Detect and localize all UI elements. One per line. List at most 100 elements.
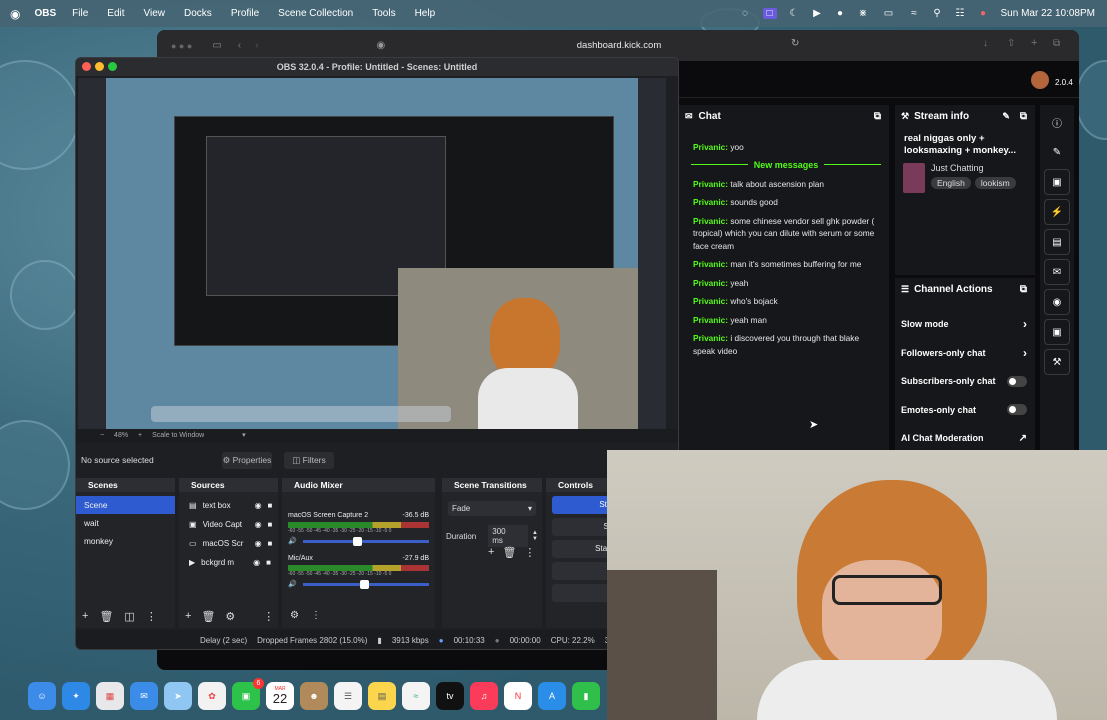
- play-status-icon[interactable]: ●: [835, 8, 846, 19]
- address-bar[interactable]: dashboard.kick.com: [409, 36, 829, 55]
- maps-icon[interactable]: ➤: [164, 682, 192, 710]
- new-messages-divider[interactable]: New messages: [691, 160, 881, 170]
- chevron-right-icon[interactable]: ›: [1023, 346, 1027, 360]
- emotes-only-row[interactable]: Emotes-only chat: [895, 396, 1035, 425]
- chat-username[interactable]: Privanic:: [693, 197, 728, 207]
- subscribers-only-row[interactable]: Subscribers-only chat: [895, 367, 1035, 396]
- chat-message[interactable]: Privanic: who's bojack: [679, 295, 889, 308]
- source-settings-icon[interactable]: ⚙: [225, 610, 235, 623]
- chevron-down-icon[interactable]: ▾: [242, 432, 246, 439]
- add-scene-icon[interactable]: +: [82, 610, 88, 623]
- minimize-button[interactable]: [95, 62, 104, 71]
- remove-transition-icon[interactable]: 🗑: [502, 546, 516, 559]
- search-icon[interactable]: ⚲: [932, 8, 943, 19]
- screen-record-icon[interactable]: □: [762, 8, 777, 19]
- edit-pencil-icon[interactable]: ✎: [1002, 111, 1010, 122]
- calendar-icon[interactable]: MAR 22: [266, 682, 294, 710]
- tag-chip[interactable]: lookism: [974, 177, 1016, 189]
- lock-icon[interactable]: ■: [266, 553, 271, 572]
- zoom-out-icon[interactable]: −: [100, 432, 104, 439]
- ai-moderation-row[interactable]: AI Chat Moderation ↗: [895, 424, 1035, 453]
- back-icon[interactable]: ‹: [238, 40, 241, 51]
- menu-clock[interactable]: Sun Mar 22 10:08PM: [1001, 8, 1096, 19]
- source-item[interactable]: ▤ text box ◉ ■: [179, 496, 278, 515]
- lock-icon[interactable]: ■: [268, 515, 273, 534]
- sidebar-toggle-icon[interactable]: ▭: [212, 40, 221, 51]
- moon-icon[interactable]: ☾: [789, 8, 800, 19]
- followers-only-row[interactable]: Followers-only chat ›: [895, 339, 1035, 368]
- window-controls-icon[interactable]: ● ● ●: [171, 41, 192, 51]
- scene-filters-icon[interactable]: ◫: [124, 610, 134, 623]
- avatar[interactable]: [1031, 71, 1049, 89]
- close-button[interactable]: [82, 62, 91, 71]
- contacts-icon[interactable]: ☻: [300, 682, 328, 710]
- scene-more-icon[interactable]: ⋮: [146, 610, 157, 623]
- broadcast-icon[interactable]: ◉: [1044, 289, 1070, 315]
- wrench-action-icon[interactable]: ⚒: [1044, 349, 1070, 375]
- external-link-icon[interactable]: ↗: [1019, 433, 1027, 444]
- volume-slider[interactable]: [302, 536, 429, 546]
- speaker-icon[interactable]: 🔊: [288, 537, 297, 545]
- popout-chat-icon[interactable]: ⧉: [874, 111, 881, 122]
- extension-icon[interactable]: ◉: [376, 40, 385, 51]
- tag-chip[interactable]: English: [931, 177, 971, 189]
- slow-mode-row[interactable]: Slow mode ›: [895, 310, 1035, 339]
- stream-category[interactable]: Just Chatting: [931, 163, 1016, 173]
- volume-slider[interactable]: [302, 579, 429, 589]
- menu-scene-collection[interactable]: Scene Collection: [278, 8, 353, 19]
- filters-button[interactable]: ◫ Filters: [284, 452, 334, 469]
- eye-icon[interactable]: ◉: [253, 553, 260, 572]
- chat-message[interactable]: Privanic: yoo: [679, 141, 889, 154]
- numbers-icon[interactable]: ▮: [572, 682, 600, 710]
- battery-icon[interactable]: ▭: [881, 8, 897, 19]
- chat-username[interactable]: Privanic:: [693, 216, 728, 226]
- reload-icon[interactable]: ↻: [791, 38, 799, 49]
- chat-message[interactable]: Privanic: yeah: [679, 277, 889, 290]
- mail-icon[interactable]: ✉: [130, 682, 158, 710]
- transition-more-icon[interactable]: ⋮: [524, 546, 535, 559]
- clipboard-icon[interactable]: ▤: [1044, 229, 1070, 255]
- bookmark-status-icon[interactable]: ▶: [812, 8, 823, 19]
- subscribers-only-toggle[interactable]: [1007, 375, 1027, 387]
- volume-slider-handle[interactable]: [353, 536, 363, 546]
- source-more-icon[interactable]: ⋮: [263, 610, 274, 623]
- obs-preview[interactable]: [78, 78, 666, 429]
- info-icon[interactable]: ⓘ: [1044, 109, 1070, 135]
- add-source-icon[interactable]: +: [185, 610, 191, 623]
- share-icon[interactable]: ⇧: [1007, 38, 1015, 49]
- chat-action-icon[interactable]: ✉: [1044, 259, 1070, 285]
- lightning-icon[interactable]: ⚡: [1044, 199, 1070, 225]
- transition-select[interactable]: Fade ▾: [448, 501, 536, 516]
- mixer-more-icon[interactable]: ⋮: [311, 610, 321, 621]
- camera-action-icon[interactable]: ▣: [1044, 169, 1070, 195]
- popout-stream-info-icon[interactable]: ⧉: [1020, 111, 1027, 122]
- chat-username[interactable]: Privanic:: [693, 333, 728, 343]
- news-icon[interactable]: N: [504, 682, 532, 710]
- lock-icon[interactable]: ■: [268, 534, 273, 553]
- source-item[interactable]: ▣ Video Capt ◉ ■: [179, 515, 278, 534]
- menu-view[interactable]: View: [144, 8, 166, 19]
- wifi-icon[interactable]: ≈: [909, 8, 920, 19]
- eye-icon[interactable]: ◉: [255, 534, 262, 553]
- menu-profile[interactable]: Profile: [231, 8, 259, 19]
- facetime-icon[interactable]: ▣ 6: [232, 678, 264, 710]
- music-icon[interactable]: ♫: [470, 682, 498, 710]
- chat-message[interactable]: Privanic: man it's sometimes buffering f…: [679, 258, 889, 271]
- bluetooth-icon[interactable]: ⋇: [858, 8, 869, 19]
- new-tab-icon[interactable]: +: [1031, 37, 1037, 49]
- siri-icon[interactable]: ●: [978, 8, 989, 19]
- status-menu-icon[interactable]: ◌: [740, 8, 751, 19]
- reminders-icon[interactable]: ☰: [334, 682, 362, 710]
- chat-message[interactable]: Privanic: yeah man: [679, 314, 889, 327]
- notes-icon[interactable]: ▤: [368, 682, 396, 710]
- chevron-right-icon[interactable]: ›: [1023, 317, 1027, 331]
- download-icon[interactable]: ↓: [983, 38, 988, 49]
- chat-message[interactable]: Privanic: sounds good: [679, 196, 889, 209]
- chat-username[interactable]: Privanic:: [693, 259, 728, 269]
- zoom-in-icon[interactable]: +: [138, 432, 142, 439]
- duration-stepper-icon[interactable]: ▲ ▼: [532, 530, 538, 542]
- menu-help[interactable]: Help: [415, 8, 436, 19]
- chat-message[interactable]: Privanic: i discovered you through that …: [679, 332, 889, 357]
- apple-tv-icon[interactable]: tv: [436, 682, 464, 710]
- source-item[interactable]: ▭ macOS Scr ◉ ■: [179, 534, 278, 553]
